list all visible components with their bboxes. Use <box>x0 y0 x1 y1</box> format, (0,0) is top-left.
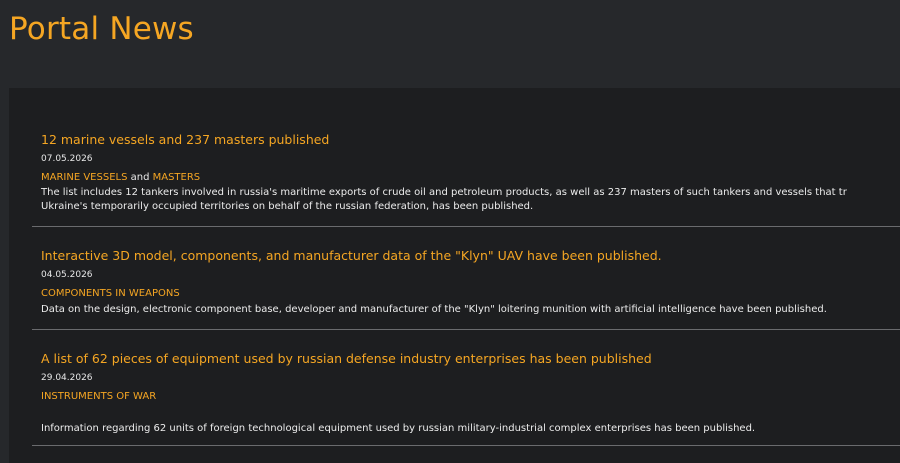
news-date: 29.04.2026 <box>41 373 93 383</box>
news-summary-line: Ukraine's temporarily occupied territori… <box>41 201 534 212</box>
news-summary-line: The list includes 12 tankers involved in… <box>41 187 847 198</box>
page-title: Portal News <box>9 11 194 47</box>
tag-link-instruments-of-war[interactable]: INSTRUMENTS OF WAR <box>41 391 156 402</box>
news-item: A list of 62 pieces of equipment used by… <box>32 347 900 446</box>
news-tags: MARINE VESSELS and MASTERS <box>41 172 200 183</box>
news-list: 12 marine vessels and 237 masters publis… <box>9 88 900 463</box>
page-header: Portal News <box>0 0 900 88</box>
news-summary-line: Data on the design, electronic component… <box>41 304 827 315</box>
tag-link-components-in-weapons[interactable]: COMPONENTS IN WEAPONS <box>41 288 180 299</box>
news-date: 04.05.2026 <box>41 270 93 280</box>
news-summary: Information regarding 62 units of foreig… <box>41 422 755 436</box>
news-title-link[interactable]: 12 marine vessels and 237 masters publis… <box>41 132 329 147</box>
news-summary: The list includes 12 tankers involved in… <box>41 186 847 214</box>
news-tags: COMPONENTS IN WEAPONS <box>41 288 180 299</box>
news-date: 07.05.2026 <box>41 154 93 164</box>
news-item: 12 marine vessels and 237 masters publis… <box>32 128 900 227</box>
news-summary-line: Information regarding 62 units of foreig… <box>41 423 756 434</box>
tag-link-masters[interactable]: MASTERS <box>153 172 201 183</box>
news-title-link[interactable]: A list of 62 pieces of equipment used by… <box>41 351 652 366</box>
news-title-link[interactable]: Interactive 3D model, components, and ma… <box>41 248 662 263</box>
tag-link-marine-vessels[interactable]: MARINE VESSELS <box>41 172 127 183</box>
news-item: Interactive 3D model, components, and ma… <box>32 244 900 330</box>
tag-joiner: and <box>127 172 153 183</box>
news-tags: INSTRUMENTS OF WAR <box>41 391 156 402</box>
news-summary: Data on the design, electronic component… <box>41 303 827 317</box>
